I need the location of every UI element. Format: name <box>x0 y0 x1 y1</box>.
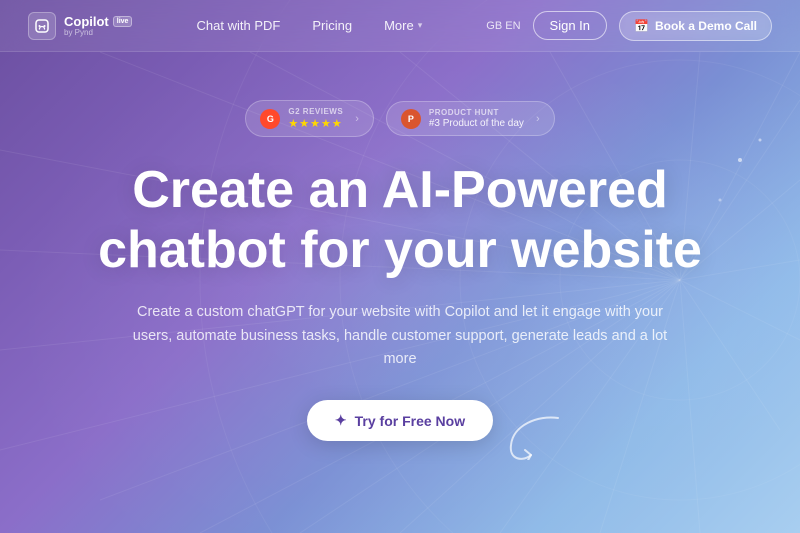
try-free-button[interactable]: ✦ Try for Free Now <box>307 400 493 441</box>
hero-subtitle: Create a custom chatGPT for your website… <box>120 301 680 373</box>
logo-area: Copilot live by Pynd <box>28 12 132 40</box>
logo-byline: by Pynd <box>64 29 132 37</box>
g2-label: G2 REVIEWS <box>288 107 343 116</box>
ph-label: PRODUCT HUNT <box>429 108 524 117</box>
nav-links: Chat with PDF Pricing More ▾ <box>197 18 423 33</box>
live-badge: live <box>113 16 133 27</box>
cta-area: ✦ Try for Free Now <box>307 400 493 441</box>
badges-row: G G2 REVIEWS ★★★★★ › P PRODUCT HUNT #3 P… <box>245 100 554 137</box>
logo-name: Copilot live <box>64 15 132 28</box>
g2-icon: G <box>260 109 280 129</box>
navbar: Copilot live by Pynd Chat with PDF Prici… <box>0 0 800 52</box>
nav-more[interactable]: More ▾ <box>384 18 422 33</box>
g2-arrow: › <box>355 113 359 125</box>
calendar-icon: 📅 <box>634 19 649 33</box>
chevron-down-icon: ▾ <box>418 20 423 31</box>
producthunt-icon: P <box>401 109 421 129</box>
nav-pricing[interactable]: Pricing <box>312 18 352 33</box>
g2-stars: ★★★★★ <box>288 117 343 130</box>
logo-icon[interactable] <box>28 12 56 40</box>
sparkle-icon: ✦ <box>335 412 347 429</box>
sign-in-button[interactable]: Sign In <box>533 11 607 40</box>
ph-text: #3 Product of the day <box>429 118 524 129</box>
swirl-arrow-decoration <box>503 410 573 465</box>
ph-arrow: › <box>536 113 540 125</box>
hero-title: Create an AI-Powered chatbot for your we… <box>98 161 702 281</box>
logo-text: Copilot live by Pynd <box>64 15 132 37</box>
language-selector[interactable]: GB EN <box>486 20 520 32</box>
navbar-actions: GB EN Sign In 📅 Book a Demo Call <box>486 11 772 41</box>
hero-section: G G2 REVIEWS ★★★★★ › P PRODUCT HUNT #3 P… <box>0 52 800 441</box>
ph-badge-content: PRODUCT HUNT #3 Product of the day <box>429 108 524 129</box>
nav-chat-pdf[interactable]: Chat with PDF <box>197 18 281 33</box>
book-demo-button[interactable]: 📅 Book a Demo Call <box>619 11 772 41</box>
g2-badge-content: G2 REVIEWS ★★★★★ <box>288 107 343 130</box>
ph-badge[interactable]: P PRODUCT HUNT #3 Product of the day › <box>386 101 555 136</box>
g2-badge[interactable]: G G2 REVIEWS ★★★★★ › <box>245 100 373 137</box>
